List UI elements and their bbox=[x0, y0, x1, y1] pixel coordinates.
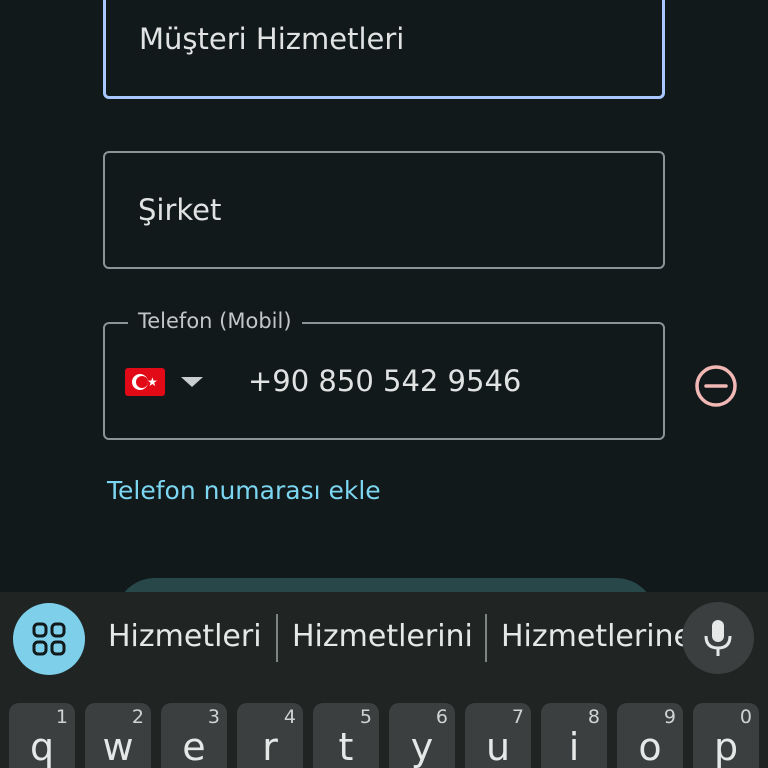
company-placeholder: Şirket bbox=[138, 193, 222, 227]
phone-field[interactable]: Telefon (Mobil) ★ +90 850 542 9546 bbox=[103, 307, 665, 440]
key-i[interactable]: 8 i bbox=[541, 703, 607, 768]
key-p[interactable]: 0 p bbox=[693, 703, 759, 768]
suggestion-3[interactable]: Hizmetlerine bbox=[501, 616, 692, 658]
suggestion-1[interactable]: Hizmetleri bbox=[108, 616, 262, 658]
mic-button[interactable] bbox=[682, 602, 754, 674]
apps-button[interactable] bbox=[13, 603, 85, 675]
company-field[interactable]: Şirket bbox=[103, 151, 665, 269]
microphone-icon bbox=[704, 620, 732, 656]
department-field[interactable]: Müşteri Hizmetleri bbox=[103, 0, 665, 99]
chevron-down-icon[interactable] bbox=[181, 377, 203, 387]
key-w[interactable]: 2 w bbox=[85, 703, 151, 768]
screen: Müşteri Hizmetleri Şirket Telefon (Mobil… bbox=[0, 0, 768, 768]
key-letter: u bbox=[485, 725, 511, 768]
key-letter: i bbox=[568, 725, 580, 768]
key-u[interactable]: 7 u bbox=[465, 703, 531, 768]
suggestion-divider bbox=[485, 614, 487, 662]
key-e[interactable]: 3 e bbox=[161, 703, 227, 768]
add-phone-link[interactable]: Telefon numarası ekle bbox=[107, 474, 381, 508]
suggestion-bar: Hizmetleri Hizmetlerini Hizmetlerine bbox=[0, 592, 768, 687]
turkey-flag-icon[interactable]: ★ bbox=[125, 368, 165, 396]
suggestion-2[interactable]: Hizmetlerini bbox=[292, 616, 473, 658]
key-letter: q bbox=[29, 725, 55, 768]
suggestion-divider bbox=[276, 614, 278, 662]
key-o[interactable]: 9 o bbox=[617, 703, 683, 768]
key-letter: y bbox=[410, 725, 434, 768]
key-q[interactable]: 1 q bbox=[9, 703, 75, 768]
key-letter: w bbox=[102, 725, 134, 768]
key-letter: t bbox=[338, 725, 354, 768]
key-y[interactable]: 6 y bbox=[389, 703, 455, 768]
key-letter: r bbox=[262, 725, 278, 768]
phone-number[interactable]: +90 850 542 9546 bbox=[248, 363, 521, 399]
keyboard: Hizmetleri Hizmetlerini Hizmetlerine 1 q… bbox=[0, 592, 768, 768]
key-r[interactable]: 4 r bbox=[237, 703, 303, 768]
key-letter: p bbox=[713, 725, 739, 768]
minus-circle-icon[interactable] bbox=[692, 362, 740, 410]
apps-grid-icon bbox=[32, 622, 66, 656]
department-value: Müşteri Hizmetleri bbox=[139, 22, 405, 56]
key-letter: o bbox=[638, 725, 662, 768]
key-letter: e bbox=[182, 725, 206, 768]
phone-label: Telefon (Mobil) bbox=[128, 307, 302, 335]
key-t[interactable]: 5 t bbox=[313, 703, 379, 768]
